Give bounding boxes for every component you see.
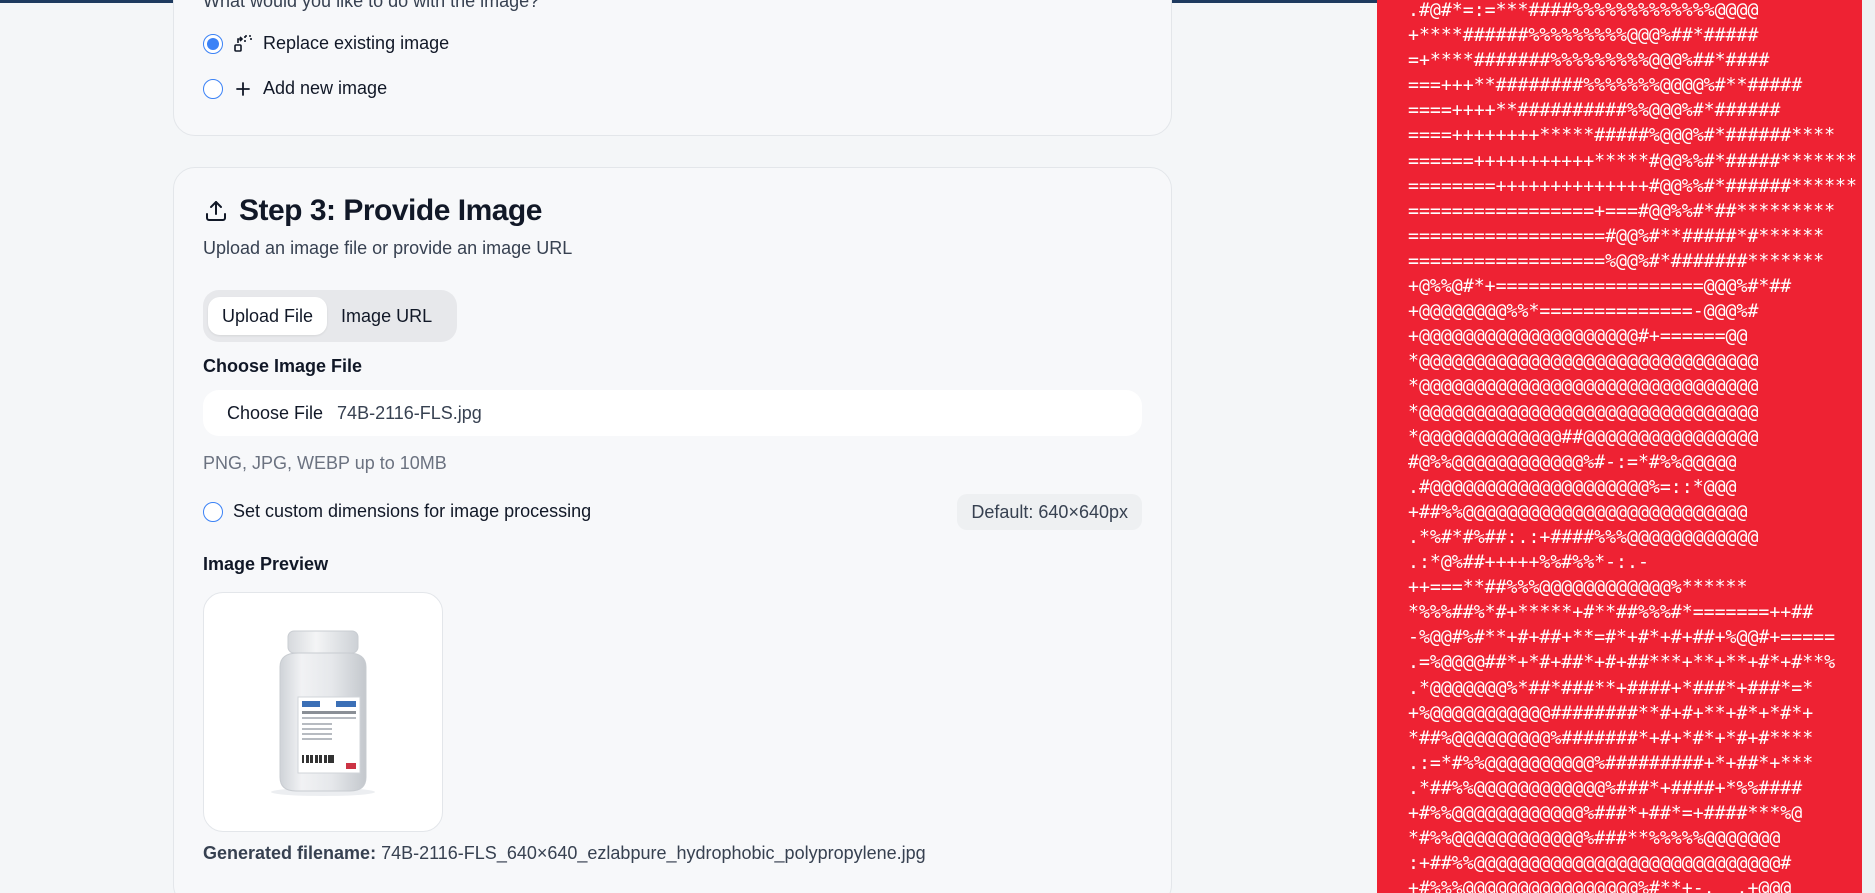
action-question: What would you like to do with the image…: [203, 0, 540, 11]
tab-upload-file[interactable]: Upload File: [208, 297, 328, 335]
radio-button-unselected[interactable]: [203, 78, 223, 99]
tab-image-url[interactable]: Image URL: [327, 297, 446, 335]
replace-icon: [233, 34, 253, 54]
generated-filename-label: Generated filename:: [203, 843, 377, 863]
custom-dimensions-label: Set custom dimensions for image processi…: [233, 501, 592, 521]
image-preview: [203, 592, 443, 832]
step3-card: Step 3: Provide Image Upload an image fi…: [173, 167, 1172, 893]
option-add-new[interactable]: Add new image: [203, 78, 387, 99]
step3-subtitle: Upload an image file or provide an image…: [203, 238, 573, 258]
file-input[interactable]: Choose File 74B-2116-FLS.jpg: [203, 390, 1142, 436]
step3-header: Step 3: Provide Image: [203, 194, 542, 228]
custom-dimensions-option[interactable]: Set custom dimensions for image processi…: [203, 501, 591, 522]
option-replace-label: Replace existing image: [263, 33, 450, 53]
selected-file-name: 74B-2116-FLS.jpg: [337, 402, 482, 423]
radio-button-selected[interactable]: [203, 33, 223, 54]
default-dimensions-badge: Default: 640×640px: [957, 494, 1142, 530]
generated-filename: Generated filename: 74B-2116-FLS_640×640…: [203, 843, 926, 864]
plus-icon: [233, 79, 253, 99]
option-replace-existing[interactable]: Replace existing image: [203, 33, 449, 54]
upload-icon: [203, 198, 229, 224]
file-format-hint: PNG, JPG, WEBP up to 10MB: [203, 453, 447, 473]
product-jar-image: [271, 630, 375, 796]
step2-card: What would you like to do with the image…: [173, 0, 1172, 136]
scrollbar-track[interactable]: [1862, 0, 1875, 893]
step3-title: Step 3: Provide Image: [239, 194, 542, 227]
choose-file-button[interactable]: Choose File: [227, 403, 323, 424]
preview-label: Image Preview: [203, 554, 329, 574]
ascii-art-panel: .#@#*=:=***####%%%%%%%%%%%%%@@@@ +****##…: [1377, 0, 1862, 893]
generated-filename-value: 74B-2116-FLS_640×640_ezlabpure_hydrophob…: [381, 843, 926, 863]
ascii-art-text: .#@#*=:=***####%%%%%%%%%%%%%@@@@ +****##…: [1408, 0, 1857, 893]
file-field-label: Choose Image File: [203, 356, 363, 376]
custom-dimensions-checkbox[interactable]: [203, 501, 223, 522]
source-tabs: Upload File Image URL: [203, 290, 457, 342]
option-add-label: Add new image: [263, 78, 388, 98]
